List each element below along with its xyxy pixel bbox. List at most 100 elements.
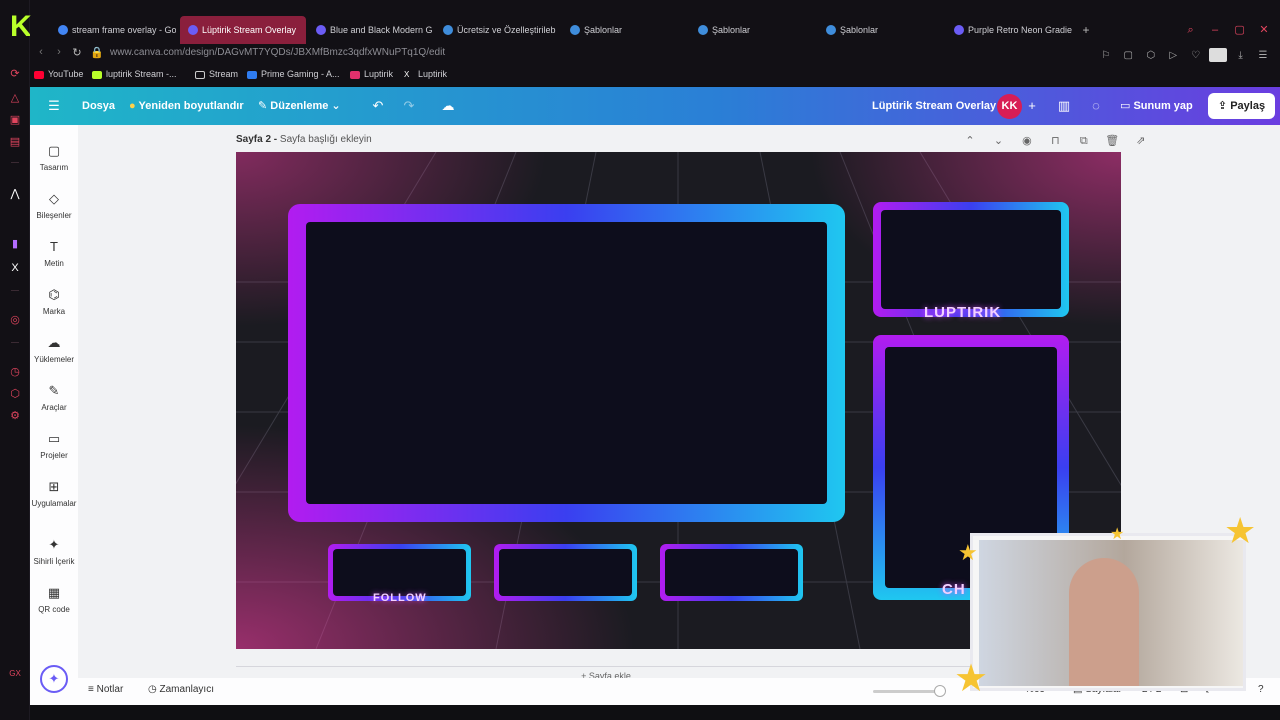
tool-text[interactable]: T Metin bbox=[30, 231, 78, 277]
tab-sablonlar-1[interactable]: Şablonlar bbox=[562, 16, 688, 44]
search-tabs-icon[interactable]: ⌕ bbox=[1181, 16, 1201, 44]
forward-icon[interactable]: › bbox=[52, 46, 66, 58]
star-icon: ★ bbox=[1110, 526, 1125, 543]
undo-icon[interactable]: ↶ bbox=[370, 98, 386, 114]
resize-button[interactable]: ● Yeniden boyutlandır bbox=[129, 87, 244, 125]
menu-icon[interactable]: ☰ bbox=[1254, 50, 1272, 61]
cube-icon[interactable]: ⬡ bbox=[7, 386, 23, 402]
tab-luptirik-stream-overlay[interactable]: Lüptirik Stream Overlay bbox=[180, 16, 306, 44]
apps-icon: ⊞ bbox=[48, 479, 60, 494]
lock-icon[interactable]: ⊓ bbox=[1043, 134, 1067, 147]
zoom-slider[interactable] bbox=[873, 690, 943, 693]
notes-button[interactable]: ≡ Notlar bbox=[88, 684, 123, 695]
add-collaborator-icon[interactable]: + bbox=[1024, 98, 1040, 114]
messenger-icon[interactable]: ▤ bbox=[7, 134, 23, 150]
cube-icon[interactable]: ⬡ bbox=[1142, 50, 1160, 61]
tab-blue-black-modern[interactable]: Blue and Black Modern G bbox=[308, 16, 434, 44]
menu-icon[interactable]: ☰ bbox=[46, 98, 62, 114]
tool-design[interactable]: ▢ Tasarım bbox=[30, 135, 78, 181]
comment-icon[interactable]: ◌ bbox=[1088, 98, 1104, 114]
close-icon[interactable]: ✕ bbox=[1254, 16, 1274, 44]
timer-button[interactable]: ◷ Zamanlayıcı bbox=[148, 684, 214, 695]
speed-dial-icon[interactable]: ⟳ bbox=[7, 66, 23, 82]
main-game-frame[interactable] bbox=[288, 204, 845, 522]
cam-name-label[interactable]: LUPTIRIK bbox=[924, 304, 1001, 321]
youtube-icon bbox=[34, 70, 44, 79]
file-menu[interactable]: Dosya bbox=[82, 87, 115, 125]
chevron-up-icon[interactable]: ⌃ bbox=[958, 134, 982, 147]
delete-icon[interactable]: 🗑 bbox=[1100, 134, 1124, 147]
play-icon[interactable]: ▷ bbox=[1164, 50, 1182, 61]
bookmark-stream[interactable]: Stream bbox=[195, 69, 238, 79]
canva-icon bbox=[570, 25, 580, 35]
warning-icon[interactable]: △ bbox=[7, 90, 23, 106]
back-icon[interactable]: ‹ bbox=[34, 46, 48, 58]
x-icon[interactable]: X bbox=[7, 260, 23, 276]
tab-purple-retro-neon[interactable]: Purple Retro Neon Gradie bbox=[946, 16, 1072, 44]
history-icon[interactable]: ◷ bbox=[7, 364, 23, 380]
edit-mode-dropdown[interactable]: ✎ Düzenleme ⌄ bbox=[258, 87, 341, 125]
reload-icon[interactable]: ↻ bbox=[70, 46, 84, 59]
bag-icon[interactable]: ▣ bbox=[7, 112, 23, 128]
duplicate-icon[interactable]: ⧉ bbox=[1072, 135, 1096, 148]
user-avatar[interactable]: KK bbox=[997, 94, 1022, 119]
qr-icon: ▦ bbox=[47, 585, 61, 600]
magic-assistant-button[interactable]: ✦ bbox=[40, 665, 68, 693]
star-icon: ★ bbox=[1224, 510, 1257, 551]
bookmark-luptirik-stream[interactable]: luptirik Stream -... bbox=[92, 69, 177, 79]
tab-ucretsiz[interactable]: Ücretsiz ve Özelleştirileb bbox=[435, 16, 561, 44]
tab-sablonlar-2[interactable]: Şablonlar bbox=[690, 16, 816, 44]
info-frame-3[interactable] bbox=[660, 544, 803, 601]
follow-label[interactable]: FOLLOW bbox=[373, 592, 427, 604]
settings-icon[interactable]: ⚙ bbox=[7, 408, 23, 424]
cloud-sync-icon[interactable]: ☁ bbox=[440, 98, 456, 114]
profile-avatar[interactable] bbox=[1209, 48, 1228, 63]
bookmark-icon[interactable]: ⚐ bbox=[1097, 50, 1115, 61]
heart-icon[interactable]: ♡ bbox=[1187, 50, 1205, 61]
download-icon[interactable]: ⤓ bbox=[1232, 50, 1250, 61]
chat-label[interactable]: CH bbox=[942, 581, 966, 598]
left-toolbar: ▢ Tasarım ◇ Bileşenler T Metin ⌬ Marka ☁ Yükl… bbox=[30, 125, 78, 705]
present-button[interactable]: ▭ Sunum yap bbox=[1120, 87, 1193, 125]
url-field[interactable]: www.canva.com/design/DAGvMT7YQDs/JBXMfBm… bbox=[110, 47, 445, 58]
bookmark-prime-gaming[interactable]: Prime Gaming - A... bbox=[247, 69, 340, 79]
tool-projects[interactable]: ▭ Projeler bbox=[30, 423, 78, 469]
add-page-button[interactable]: + Sayfa ekle bbox=[236, 666, 976, 678]
redo-icon[interactable]: ↷ bbox=[401, 98, 417, 114]
tab-sablonlar-3[interactable]: Şablonlar bbox=[818, 16, 944, 44]
tool-qr-code[interactable]: ▦ QR code bbox=[30, 577, 78, 623]
webcam-frame[interactable] bbox=[873, 202, 1069, 317]
tool-uploads[interactable]: ☁ Yüklemeler bbox=[30, 327, 78, 373]
brand-icon: ⌬ bbox=[48, 287, 60, 302]
chevron-down-icon[interactable]: ⌄ bbox=[986, 134, 1010, 147]
info-frame-2[interactable] bbox=[494, 544, 637, 601]
minimize-icon[interactable]: – bbox=[1205, 16, 1225, 44]
layout-icon: ▢ bbox=[47, 143, 61, 158]
bookmark-youtube[interactable]: YouTube bbox=[34, 69, 83, 79]
add-page-icon[interactable]: ⇗ bbox=[1129, 134, 1153, 147]
logo-k-icon: K bbox=[10, 10, 32, 43]
analytics-icon[interactable]: ▥ bbox=[1056, 98, 1072, 114]
maximize-icon[interactable]: ▢ bbox=[1230, 16, 1250, 44]
ai-icon[interactable]: ⋀ bbox=[7, 186, 23, 202]
zoom-slider-handle[interactable] bbox=[934, 685, 946, 697]
snapshot-icon[interactable]: ▢ bbox=[1119, 50, 1137, 61]
player-icon[interactable]: ◎ bbox=[7, 312, 23, 328]
page-title[interactable]: Sayfa 2 - Sayfa başlığı ekleyin bbox=[236, 134, 372, 145]
document-title[interactable]: Lüptirik Stream Overlay bbox=[872, 87, 996, 125]
tab-stream-frame-overlay[interactable]: stream frame overlay - Go bbox=[50, 16, 176, 44]
tool-magic-media[interactable]: ✦ Sihirli İçerik bbox=[30, 529, 78, 575]
share-button[interactable]: ⇪ Paylaş bbox=[1208, 93, 1275, 119]
tool-apps[interactable]: ⊞ Uygulamalar bbox=[30, 471, 78, 517]
bookmark-luptirik-x[interactable]: X Luptirik bbox=[404, 69, 447, 79]
tool-draw[interactable]: ✎ Araçlar bbox=[30, 375, 78, 421]
chevron-down-icon: ⌄ bbox=[328, 100, 341, 112]
tool-elements[interactable]: ◇ Bileşenler bbox=[30, 183, 78, 229]
help-icon[interactable]: ? bbox=[1258, 684, 1264, 695]
small-frame-screen bbox=[499, 549, 632, 596]
new-tab-button[interactable]: + bbox=[1078, 22, 1094, 38]
tool-brand[interactable]: ⌬ Marka bbox=[30, 279, 78, 325]
bookmark-luptirik-instagram[interactable]: Luptirik bbox=[350, 69, 393, 79]
hide-page-icon[interactable]: ◉ bbox=[1015, 134, 1039, 147]
twitch-icon[interactable]: ▮ bbox=[7, 236, 23, 252]
